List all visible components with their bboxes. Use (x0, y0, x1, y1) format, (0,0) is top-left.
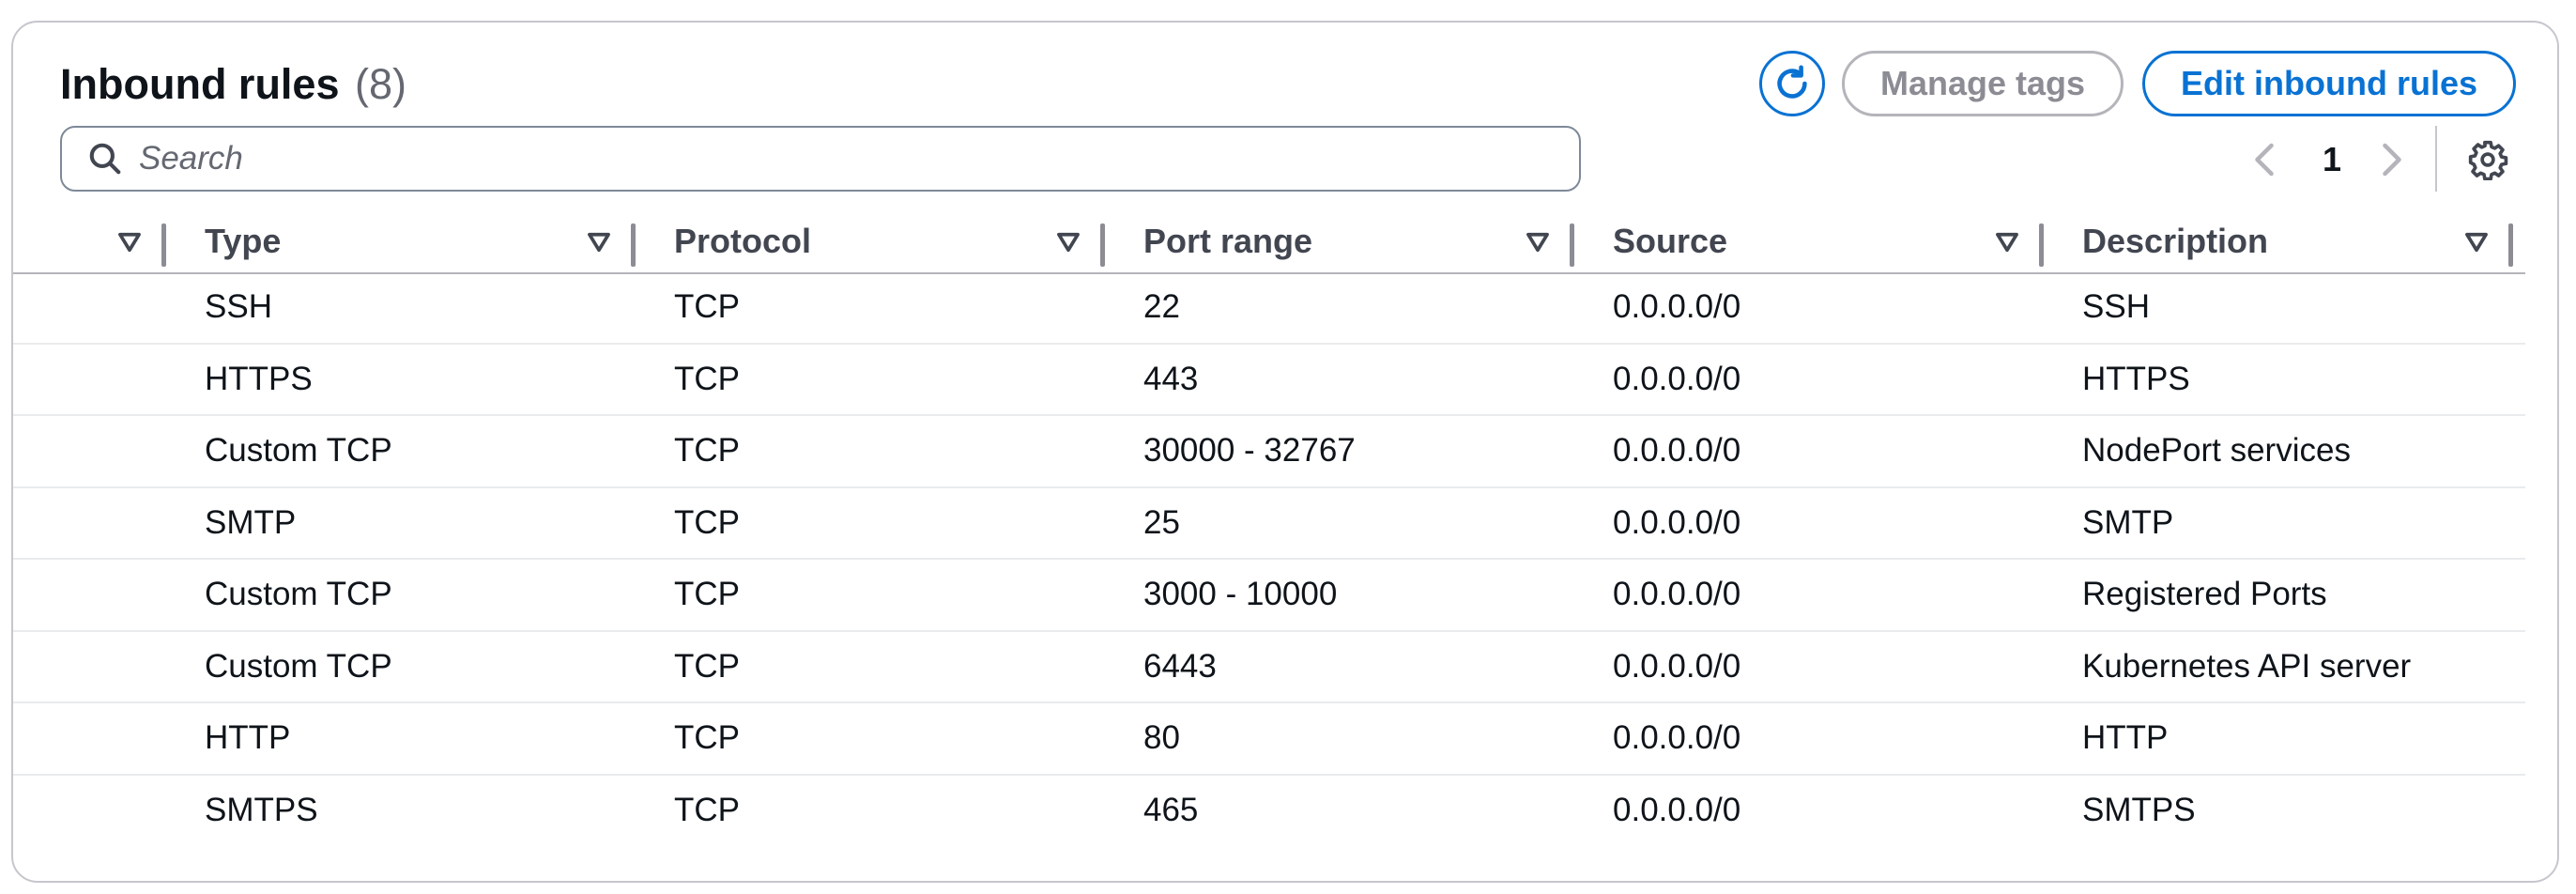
cell-source: 0.0.0.0/0 (1613, 503, 1741, 541)
sort-caret-down-icon[interactable] (2463, 229, 2490, 255)
sort-caret-down-icon[interactable] (1055, 229, 1081, 255)
pagination-divider (2435, 126, 2437, 192)
manage-tags-label: Manage tags (1879, 64, 2086, 102)
title-text: Inbound rules (60, 60, 340, 108)
cell-protocol: TCP (674, 503, 740, 541)
column-resizer[interactable] (161, 224, 166, 267)
cell-protocol: TCP (674, 576, 740, 612)
cell-port-range: 25 (1143, 503, 1180, 541)
cell-type: HTTP (205, 719, 291, 756)
column-header-port-range-label: Port range (1143, 222, 1313, 260)
gear-icon (2468, 140, 2508, 180)
table-row[interactable]: Custom TCP TCP 6443 0.0.0.0/0 Kubernetes… (13, 632, 2525, 703)
cell-type: Custom TCP (205, 647, 392, 685)
cell-source: 0.0.0.0/0 (1613, 288, 1741, 325)
cell-description: SMTP (2082, 503, 2174, 541)
cell-source: 0.0.0.0/0 (1613, 647, 1741, 685)
cell-protocol: TCP (674, 791, 740, 828)
cell-description: Registered Ports (2082, 576, 2327, 612)
search-input[interactable] (137, 139, 1549, 178)
cell-port-range: 465 (1143, 791, 1199, 828)
cell-port-range: 30000 - 32767 (1143, 432, 1356, 469)
table-row[interactable]: SMTP TCP 25 0.0.0.0/0 SMTP (13, 488, 2525, 560)
refresh-button[interactable] (1759, 51, 1825, 116)
column-resizer[interactable] (2039, 224, 2044, 267)
column-resizer[interactable] (1570, 224, 1574, 267)
refresh-icon (1777, 65, 1807, 99)
cell-protocol: TCP (674, 360, 740, 397)
cell-protocol: TCP (674, 432, 740, 469)
cell-source: 0.0.0.0/0 (1613, 576, 1741, 612)
table-settings-button[interactable] (2465, 137, 2510, 182)
cell-protocol: TCP (674, 647, 740, 685)
cell-type: Custom TCP (205, 576, 392, 612)
cell-port-range: 3000 - 10000 (1143, 576, 1338, 612)
cell-description: SSH (2082, 288, 2150, 325)
column-header-type-label: Type (205, 222, 282, 260)
column-header-protocol[interactable]: Protocol (674, 210, 811, 272)
table-row[interactable]: SSH TCP 22 0.0.0.0/0 SSH (13, 272, 2525, 345)
cell-source: 0.0.0.0/0 (1613, 360, 1741, 397)
column-header-protocol-label: Protocol (674, 222, 812, 260)
table-row[interactable]: Custom TCP TCP 30000 - 32767 0.0.0.0/0 N… (13, 416, 2525, 488)
cell-description: SMTPS (2082, 791, 2196, 828)
previous-page-button[interactable] (2246, 139, 2283, 180)
cell-description: NodePort services (2082, 432, 2351, 469)
inbound-rules-panel: Inbound rules (8) Manage tags Edit inbou… (11, 21, 2559, 883)
cell-port-range: 6443 (1143, 647, 1217, 685)
chevron-left-icon (2255, 143, 2274, 177)
sort-caret-down-icon[interactable] (1525, 229, 1551, 255)
table-body: SSH TCP 22 0.0.0.0/0 SSH HTTPS TCP 443 0… (13, 272, 2525, 847)
column-resizer[interactable] (1100, 224, 1105, 267)
table-row[interactable]: Custom TCP TCP 3000 - 10000 0.0.0.0/0 Re… (13, 560, 2525, 632)
cell-type: HTTPS (205, 360, 313, 397)
edit-inbound-rules-label: Edit inbound rules (2181, 64, 2477, 102)
column-header-type[interactable]: Type (205, 210, 281, 272)
column-resizer[interactable] (2508, 224, 2513, 267)
cell-port-range: 22 (1143, 288, 1180, 325)
cell-description: HTTP (2082, 719, 2169, 756)
page-title: Inbound rules (8) (60, 60, 406, 109)
cell-type: SMTP (205, 503, 297, 541)
cell-protocol: TCP (674, 719, 740, 756)
sort-caret-down-icon[interactable] (116, 229, 143, 255)
column-header-description[interactable]: Description (2082, 210, 2268, 272)
column-header-source-label: Source (1613, 222, 1728, 260)
column-resizer[interactable] (631, 224, 636, 267)
table-row[interactable]: HTTP TCP 80 0.0.0.0/0 HTTP (13, 703, 2525, 776)
table-header: Type Protocol Port range Source Descript… (13, 210, 2525, 274)
column-header-source[interactable]: Source (1613, 210, 1727, 272)
table-row[interactable]: SMTPS TCP 465 0.0.0.0/0 SMTPS (13, 776, 2525, 848)
cell-port-range: 443 (1143, 360, 1199, 397)
search-icon (86, 140, 124, 177)
column-header-description-label: Description (2082, 222, 2269, 260)
rule-count: (8) (355, 60, 407, 108)
cell-source: 0.0.0.0/0 (1613, 791, 1741, 828)
column-header-port-range[interactable]: Port range (1143, 210, 1312, 272)
cell-type: SSH (205, 288, 272, 325)
cell-source: 0.0.0.0/0 (1613, 719, 1741, 756)
sort-caret-down-icon[interactable] (586, 229, 612, 255)
sort-caret-down-icon[interactable] (1994, 229, 2020, 255)
chevron-right-icon (2383, 143, 2401, 177)
cell-description: Kubernetes API server (2082, 647, 2412, 685)
next-page-button[interactable] (2373, 139, 2411, 180)
table-row[interactable]: HTTPS TCP 443 0.0.0.0/0 HTTPS (13, 345, 2525, 416)
cell-type: SMTPS (205, 791, 318, 828)
cell-port-range: 80 (1143, 719, 1180, 756)
cell-description: HTTPS (2082, 360, 2190, 397)
page-number-1[interactable]: 1 (2308, 139, 2355, 180)
cell-type: Custom TCP (205, 432, 392, 469)
cell-protocol: TCP (674, 288, 740, 325)
edit-inbound-rules-button[interactable]: Edit inbound rules (2142, 51, 2516, 116)
cell-source: 0.0.0.0/0 (1613, 432, 1741, 469)
manage-tags-button[interactable]: Manage tags (1842, 51, 2124, 116)
search-field[interactable] (60, 126, 1581, 192)
